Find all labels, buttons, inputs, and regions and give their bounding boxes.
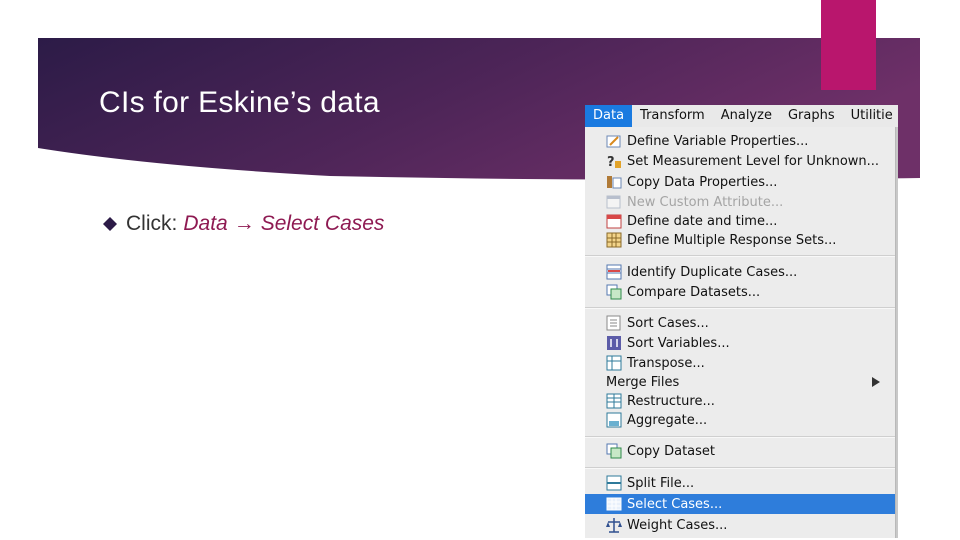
menu-separator <box>585 436 895 438</box>
submenu-arrow-icon <box>872 377 880 387</box>
diamond-bullet-icon <box>103 217 117 231</box>
measurement-level-icon: ? <box>607 155 621 169</box>
calendar-icon <box>606 214 622 229</box>
bullet-item: Click: Data → Select Cases <box>103 211 384 237</box>
menu-item-define-variable-properties[interactable]: Define Variable Properties... <box>585 131 895 151</box>
window-edge <box>896 127 898 538</box>
menu-item-select-cases[interactable]: Select Cases... <box>585 494 895 514</box>
menu-item-identify-duplicate-cases[interactable]: Identify Duplicate Cases... <box>585 262 895 282</box>
menubar-analyze[interactable]: Analyze <box>713 105 780 127</box>
menu-item-aggregate[interactable]: Aggregate... <box>585 410 895 430</box>
split-file-icon <box>606 475 622 491</box>
menu-item-restructure[interactable]: Restructure... <box>585 391 895 411</box>
duplicate-cases-icon <box>606 264 622 280</box>
menubar-data[interactable]: Data <box>585 105 633 127</box>
menubar-graphs[interactable]: Graphs <box>780 105 843 127</box>
menu-item-weight-cases[interactable]: Weight Cases... <box>585 515 895 535</box>
menu-item-copy-dataset[interactable]: Copy Dataset <box>585 441 895 461</box>
menu-item-sort-variables[interactable]: Sort Variables... <box>585 333 895 353</box>
path-data: Data <box>183 212 228 235</box>
sort-cases-icon <box>606 315 621 331</box>
menu-separator <box>585 307 895 309</box>
menu-item-set-measurement-level[interactable]: ? Set Measurement Level for Unknown... <box>585 151 895 171</box>
sort-variables-icon <box>607 336 621 350</box>
menubar-transform[interactable]: Transform <box>632 105 713 127</box>
select-cases-icon <box>606 497 622 511</box>
copy-properties-icon <box>607 176 622 189</box>
slide-title: CIs for Eskine’s data <box>99 86 380 119</box>
svg-text:?: ? <box>607 155 615 169</box>
menu-separator <box>585 255 895 257</box>
bullet-prefix: Click: <box>126 212 178 235</box>
grid-icon <box>606 232 622 248</box>
menu-item-sort-cases[interactable]: Sort Cases... <box>585 313 895 333</box>
menubar-utilities[interactable]: Utilitie <box>843 105 898 127</box>
accent-bar <box>821 0 876 90</box>
weight-cases-icon <box>606 518 622 533</box>
transpose-icon <box>606 355 622 371</box>
menu-item-new-custom-attribute[interactable]: New Custom Attribute... <box>585 192 895 212</box>
variable-properties-icon <box>606 135 621 148</box>
menubar: Data Transform Analyze Graphs Utilitie <box>585 105 898 127</box>
menu-item-split-file[interactable]: Split File... <box>585 473 895 493</box>
menu-item-compare-datasets[interactable]: Compare Datasets... <box>585 282 895 302</box>
path-select-cases: Select Cases <box>260 212 385 235</box>
compare-datasets-icon <box>606 284 622 300</box>
custom-attribute-icon <box>606 195 621 209</box>
copy-dataset-icon <box>606 443 622 459</box>
aggregate-icon <box>606 412 622 428</box>
menu-item-define-multiple-response-sets[interactable]: Define Multiple Response Sets... <box>585 230 895 250</box>
restructure-icon <box>606 393 622 409</box>
menu-item-merge-files[interactable]: Merge Files <box>585 372 895 392</box>
menu-item-define-date-and-time[interactable]: Define date and time... <box>585 211 895 231</box>
data-menu: Define Variable Properties... ? Set Meas… <box>585 127 896 538</box>
path-arrow: → <box>233 212 255 235</box>
spss-data-menu-screenshot: Data Transform Analyze Graphs Utilitie D… <box>585 105 898 538</box>
menu-item-copy-data-properties[interactable]: Copy Data Properties... <box>585 172 895 192</box>
menu-item-transpose[interactable]: Transpose... <box>585 353 895 373</box>
menu-separator <box>585 467 895 469</box>
